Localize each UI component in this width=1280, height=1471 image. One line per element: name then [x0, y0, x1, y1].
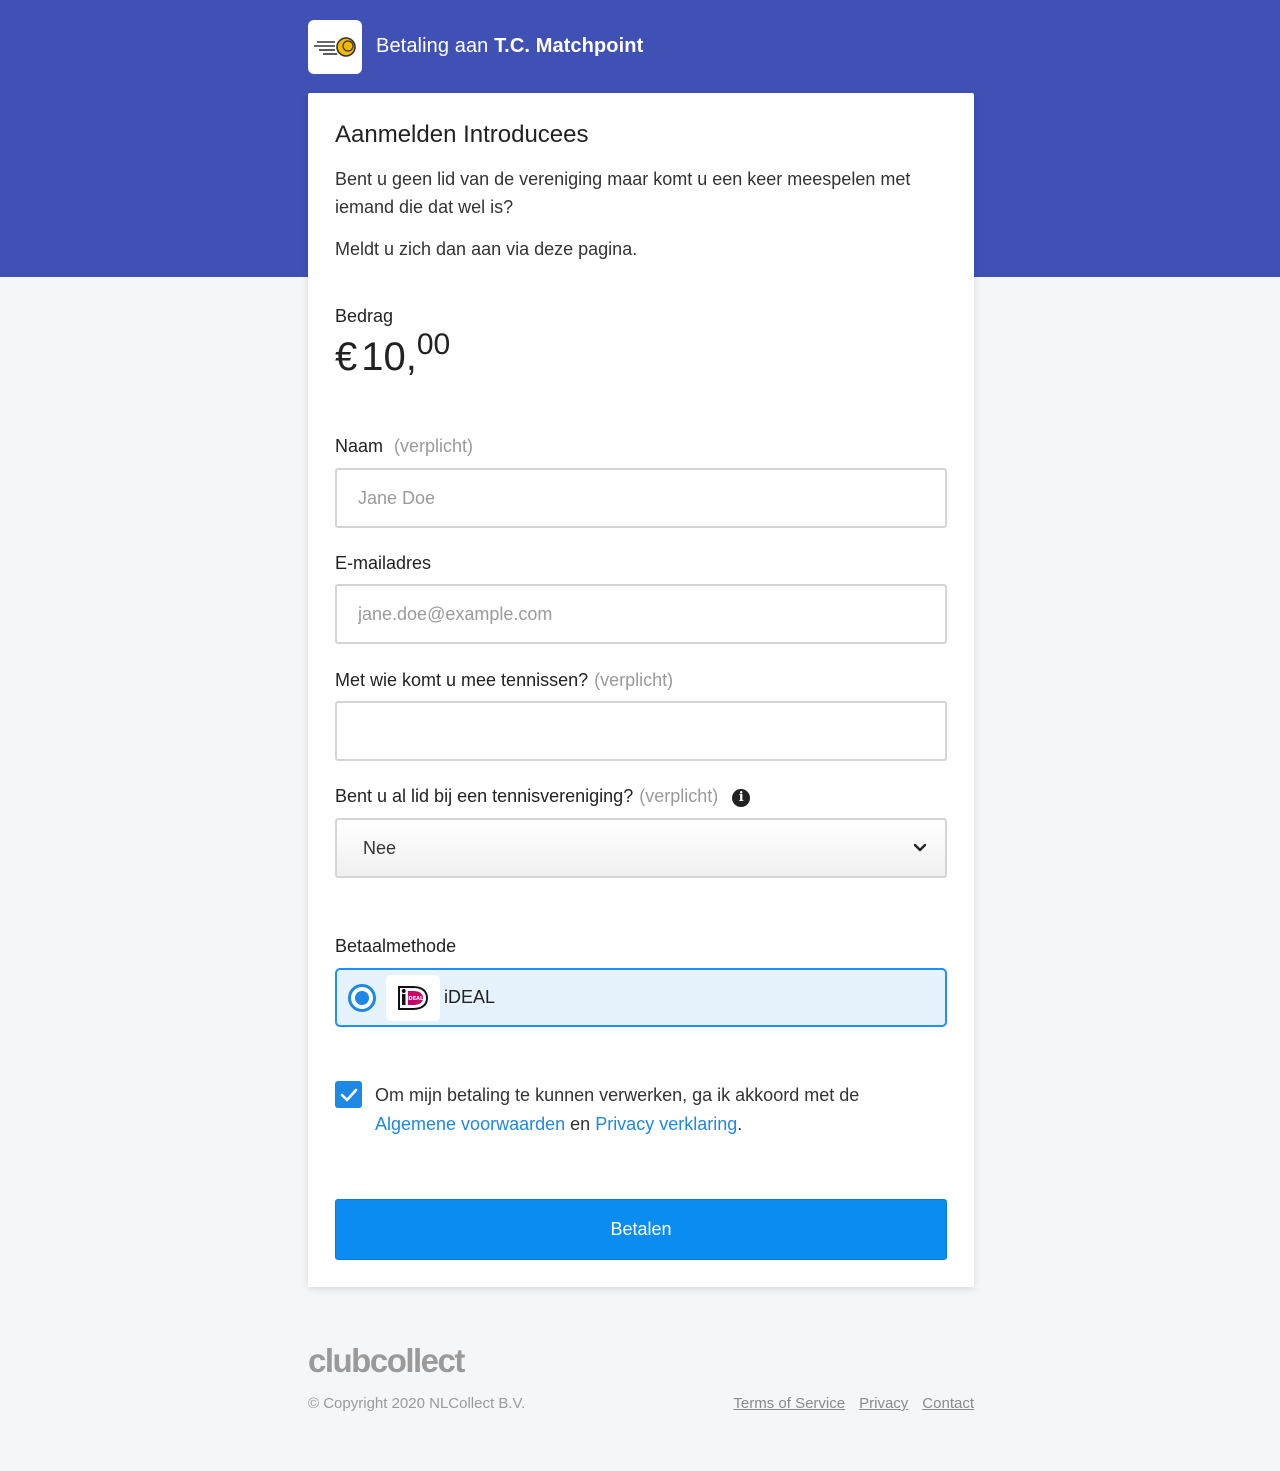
member-selected-value: Nee [363, 837, 397, 858]
consent-checkbox[interactable] [335, 1081, 362, 1108]
title-prefix: Betaling aan [376, 35, 489, 57]
intro-text-2: Meldt u zich dan aan via deze pagina. [335, 239, 638, 259]
copyright: © Copyright 2020 NLCollect B.V. [308, 1395, 526, 1412]
amount-decimals: 00 [416, 328, 451, 361]
footer-privacy-link[interactable]: Privacy [859, 1395, 908, 1412]
name-input[interactable] [335, 468, 947, 528]
partner-input[interactable] [335, 701, 947, 761]
club-name: T.C. Matchpoint [494, 35, 644, 57]
partner-label-text: Met wie komt u mee tennissen? [335, 670, 589, 690]
amount-value: €10,00 [335, 328, 450, 380]
name-label: Naam (verplicht) [335, 436, 473, 457]
clubcollect-logo: clubcollect [308, 1342, 465, 1379]
consent-end: . [737, 1114, 743, 1134]
tennis-ball-icon [314, 36, 356, 57]
payment-title: Betaling aan T.C. Matchpoint [376, 35, 643, 58]
amount-integer: 10, [361, 335, 417, 379]
ideal-radio[interactable] [348, 983, 376, 1012]
required-tag: (verplicht) [394, 436, 474, 456]
info-icon[interactable]: i [732, 788, 751, 807]
footer-links: Terms of Service Privacy Contact [733, 1395, 974, 1412]
member-label: Bent u al lid bij een tennisvereniging?(… [335, 786, 751, 808]
email-label: E-mailadres [335, 553, 432, 573]
payment-method-name: iDEAL [444, 987, 496, 1007]
amount-currency: € [335, 335, 358, 379]
consent-connector: en [570, 1114, 591, 1134]
club-logo [308, 19, 362, 74]
checkmark-icon [340, 1088, 357, 1101]
email-input[interactable] [335, 584, 947, 644]
consent-text: Om mijn betaling te kunnen verwerken, ga… [375, 1081, 935, 1139]
consent-text-main: Om mijn betaling te kunnen verwerken, ga… [375, 1085, 860, 1105]
chevron-down-icon [913, 843, 927, 852]
payment-method-label: Betaalmethode [335, 936, 457, 956]
member-label-text: Bent u al lid bij een tennisvereniging? [335, 786, 634, 806]
terms-of-service-link[interactable]: Terms of Service [733, 1395, 845, 1412]
ideal-logo-icon: iDEAL [386, 974, 440, 1021]
partner-label: Met wie komt u mee tennissen? (verplicht) [335, 670, 673, 691]
card-title: Aanmelden Introducees [335, 121, 589, 148]
svg-text:iDEAL: iDEAL [407, 996, 424, 1002]
privacy-link[interactable]: Privacy verklaring [595, 1114, 737, 1134]
payment-card: Aanmelden Introducees Bent u geen lid va… [308, 93, 974, 1287]
amount-label: Bedrag [335, 306, 394, 326]
member-select[interactable]: Nee [335, 818, 947, 878]
page-header: Betaling aan T.C. Matchpoint [308, 19, 643, 74]
intro-text: Bent u geen lid van de vereniging maar k… [335, 169, 911, 217]
payment-option-ideal[interactable]: iDEAL iDEAL [335, 968, 947, 1027]
required-tag: (verplicht) [594, 670, 674, 690]
pay-button[interactable]: Betalen [335, 1199, 947, 1260]
required-tag: (verplicht) [639, 786, 719, 806]
terms-link[interactable]: Algemene voorwaarden [375, 1114, 565, 1134]
contact-link[interactable]: Contact [922, 1395, 974, 1412]
name-label-text: Naam [335, 436, 384, 456]
